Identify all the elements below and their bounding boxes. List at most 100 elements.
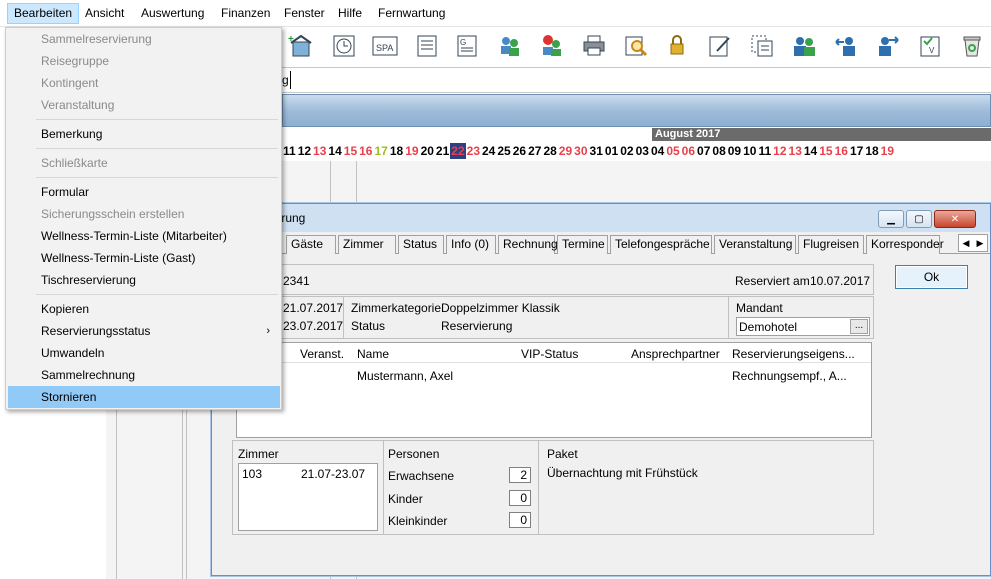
calendar-day[interactable]: 28 [542, 143, 557, 159]
list-icon[interactable] [412, 31, 442, 61]
print-icon[interactable] [579, 31, 609, 61]
list-item[interactable]: 103 21.07-23.07 [239, 466, 377, 482]
search-icon[interactable] [621, 31, 651, 61]
calendar-day[interactable]: 23 [466, 143, 481, 159]
tab-telefongespräche[interactable]: Telefongespräche [610, 235, 712, 254]
recycle-bin-icon[interactable] [957, 31, 987, 61]
add-room-icon[interactable]: + [285, 31, 315, 61]
menu-item-sammelreservierung[interactable]: Sammelreservierung [8, 28, 280, 50]
menu-item-kopieren[interactable]: Kopieren [8, 298, 280, 320]
calendar-day[interactable]: 27 [527, 143, 542, 159]
table-row[interactable]: Mustermann, Axel Rechnungsempf., A... [237, 367, 871, 385]
calendar-day[interactable]: 31 [589, 143, 604, 159]
calendar-day[interactable]: 11 [282, 143, 297, 159]
menu-item-umwandeln[interactable]: Umwandeln [8, 342, 280, 364]
check-out-icon[interactable] [873, 31, 903, 61]
checklist-icon[interactable]: V [915, 31, 945, 61]
menu-item-sammelrechnung[interactable]: Sammelrechnung [8, 364, 280, 386]
tab-korresponder[interactable]: Korresponder [866, 235, 944, 254]
menu-item-formular[interactable]: Formular [8, 181, 280, 203]
help-group-icon[interactable] [537, 31, 567, 61]
menu-auswertung[interactable]: Auswertung [135, 3, 210, 24]
tab-zimmer[interactable]: Zimmer [338, 235, 396, 254]
calendar-day[interactable]: 18 [389, 143, 404, 159]
calendar-day[interactable]: 26 [512, 143, 527, 159]
chevron-right-icon[interactable]: ▶ [977, 238, 984, 249]
calendar-day[interactable]: 24 [481, 143, 496, 159]
tab-status[interactable]: Status [398, 235, 444, 254]
close-button[interactable]: ✕ [934, 210, 976, 228]
calendar-day[interactable]: 18 [864, 143, 879, 159]
clock-icon[interactable] [329, 31, 359, 61]
calendar-day[interactable]: 15 [343, 143, 358, 159]
calendar-day[interactable]: 13 [788, 143, 803, 159]
menu-item-veranstaltung[interactable]: Veranstaltung [8, 94, 280, 116]
kleinkinder-field[interactable]: 0 [509, 512, 531, 528]
chevron-left-icon[interactable]: ◀ [963, 238, 970, 249]
mandant-field[interactable]: Demohotel ... [736, 317, 870, 336]
calendar-day[interactable]: 13 [312, 143, 327, 159]
calendar-day[interactable]: 17 [849, 143, 864, 159]
calendar-day[interactable]: 25 [496, 143, 511, 159]
col-ansprechpartner[interactable]: Ansprechpartner [631, 347, 720, 361]
calendar-day[interactable]: 20 [420, 143, 435, 159]
calendar-day[interactable]: 15 [818, 143, 833, 159]
menu-item-stornieren[interactable]: Stornieren [8, 386, 280, 408]
users-icon[interactable] [789, 31, 819, 61]
calendar-day[interactable]: 14 [327, 143, 342, 159]
check-in-icon[interactable] [831, 31, 861, 61]
calendar-day[interactable]: 11 [757, 143, 772, 159]
calendar-day[interactable]: 21 [435, 143, 450, 159]
col-reservierungseigens[interactable]: Reservierungseigens... [732, 347, 855, 361]
edit-icon[interactable] [705, 31, 735, 61]
calendar-day[interactable]: 08 [711, 143, 726, 159]
menu-item-tischreservierung[interactable]: Tischreservierung [8, 269, 280, 291]
calendar-day[interactable]: 30 [573, 143, 588, 159]
calendar-day[interactable]: 02 [619, 143, 634, 159]
calendar-day[interactable]: 10 [742, 143, 757, 159]
tab-veranstaltung[interactable]: Veranstaltung [714, 235, 796, 254]
menu-fenster[interactable]: Fenster [278, 3, 331, 24]
minimize-button[interactable]: ▁ [878, 210, 904, 228]
ok-button[interactable]: Ok [895, 265, 968, 289]
calendar-day[interactable]: 17 [373, 143, 388, 159]
menu-item-kontingent[interactable]: Kontingent [8, 72, 280, 94]
menu-bearbeiten[interactable]: Bearbeiten [7, 3, 80, 24]
search-strip[interactable]: g [282, 67, 991, 93]
col-veranst[interactable]: Veranst. [300, 347, 344, 361]
tab-scroll-buttons[interactable]: ◀ ▶ [958, 234, 988, 252]
calendar-day[interactable]: 07 [696, 143, 711, 159]
tab-flugreisen[interactable]: Flugreisen [798, 235, 864, 254]
menu-finanzen[interactable]: Finanzen [215, 3, 276, 24]
lock-icon[interactable] [663, 31, 693, 61]
kinder-field[interactable]: 0 [509, 490, 531, 506]
calendar-day[interactable]: 03 [635, 143, 650, 159]
maximize-button[interactable]: ▢ [906, 210, 932, 228]
menu-hilfe[interactable]: Hilfe [332, 3, 368, 24]
calendar-day[interactable]: 29 [558, 143, 573, 159]
menu-item-schließkarte[interactable]: Schließkarte [8, 152, 280, 174]
menu-fernwartung[interactable]: Fernwartung [372, 3, 451, 24]
erwachsene-field[interactable]: 2 [509, 467, 531, 483]
copy-list-icon[interactable] [747, 31, 777, 61]
group-icon[interactable] [495, 31, 525, 61]
col-name[interactable]: Name [357, 347, 389, 361]
calendar-day[interactable]: 12 [297, 143, 312, 159]
menu-item-bemerkung[interactable]: Bemerkung [8, 123, 280, 145]
calendar-day[interactable]: 16 [358, 143, 373, 159]
calendar-day[interactable]: 09 [727, 143, 742, 159]
calendar-day[interactable]: 16 [834, 143, 849, 159]
tab-rechnung[interactable]: Rechnung [498, 235, 558, 254]
calendar-day[interactable]: 12 [772, 143, 787, 159]
calendar-day[interactable]: 05 [665, 143, 680, 159]
calendar-day[interactable]: 22 [450, 143, 466, 159]
tab-gäste[interactable]: Gäste [286, 235, 336, 254]
calendar-day[interactable]: 14 [803, 143, 818, 159]
menu-item-wellness-termin-liste-mitarbeiter-[interactable]: Wellness-Termin-Liste (Mitarbeiter) [8, 225, 280, 247]
menu-item-sicherungsschein-erstellen[interactable]: Sicherungsschein erstellen [8, 203, 280, 225]
mandant-browse-button[interactable]: ... [850, 319, 868, 334]
menu-item-wellness-termin-liste-gast-[interactable]: Wellness-Termin-Liste (Gast) [8, 247, 280, 269]
calendar-day[interactable]: 19 [404, 143, 419, 159]
calendar-day[interactable]: 19 [880, 143, 895, 159]
tab-termine[interactable]: Termine [557, 235, 608, 254]
